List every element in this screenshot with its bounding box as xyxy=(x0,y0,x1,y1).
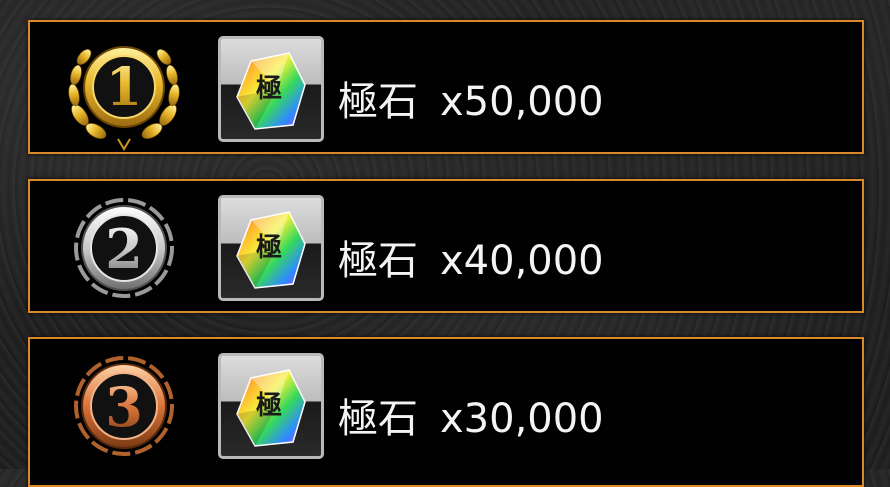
kiwame-stone-icon: 極 xyxy=(218,195,324,301)
reward-item-name: 極石 xyxy=(338,79,418,125)
reward-amount: x40,000 xyxy=(440,238,604,284)
reward-label: 極石 x30,000 xyxy=(338,397,604,441)
kiwame-stone-icon: 極 xyxy=(218,36,324,142)
reward-row-rank-1: 1 極 極石 x50,000 xyxy=(28,20,864,154)
svg-text:極: 極 xyxy=(256,74,282,104)
silver-medal-icon: 2 xyxy=(62,186,186,310)
reward-amount: x50,000 xyxy=(440,79,604,125)
reward-item-name: 極石 xyxy=(338,396,418,442)
svg-text:1: 1 xyxy=(106,57,142,118)
reward-item-name: 極石 xyxy=(338,238,418,284)
reward-row-rank-2: 2 極 極石 x40,000 xyxy=(28,179,864,313)
svg-text:極: 極 xyxy=(256,233,282,263)
bronze-medal-icon: 3 xyxy=(62,344,186,468)
reward-amount: x30,000 xyxy=(440,396,604,442)
gold-laurel-medal-icon: 1 xyxy=(62,27,186,151)
kiwame-stone-icon: 極 xyxy=(218,353,324,459)
reward-label: 極石 x50,000 xyxy=(338,80,604,124)
svg-text:極: 極 xyxy=(256,391,282,421)
reward-label: 極石 x40,000 xyxy=(338,239,604,283)
svg-text:3: 3 xyxy=(105,375,143,439)
reward-row-rank-3: 3 極 極石 x30,000 xyxy=(28,337,864,487)
svg-text:2: 2 xyxy=(105,217,143,281)
